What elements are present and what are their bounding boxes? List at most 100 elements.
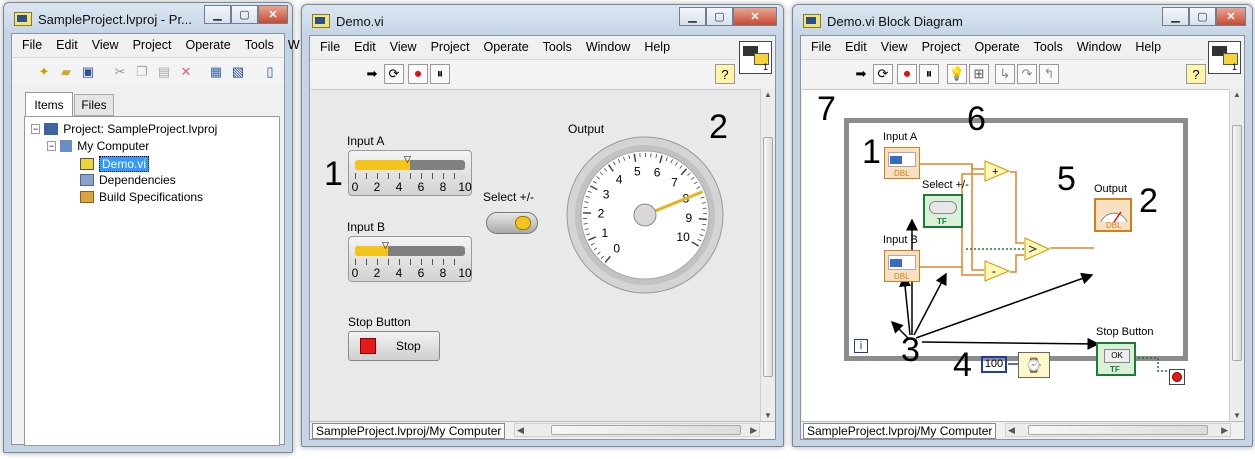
context-help-icon[interactable]: ? (1186, 64, 1206, 84)
menu-view[interactable]: View (383, 40, 424, 54)
project-path: SampleProject.lvproj/My Computer (803, 423, 997, 439)
menu-tools[interactable]: Tools (1027, 40, 1070, 54)
cut-icon[interactable]: ✂ (110, 62, 130, 82)
maximize-button[interactable]: ▢ (1189, 7, 1216, 26)
minimize-button[interactable]: ▁ (1162, 7, 1189, 26)
maximize-button[interactable]: ▢ (706, 7, 733, 26)
menu-view[interactable]: View (85, 38, 126, 52)
menu-project[interactable]: Project (915, 40, 968, 54)
input-b-terminal[interactable]: DBL (884, 250, 920, 282)
scroll-thumb[interactable] (763, 137, 773, 377)
step-out-icon[interactable]: ↰ (1039, 64, 1059, 84)
run-continuously-icon[interactable]: ⟳ (873, 64, 893, 84)
step-over-icon[interactable]: ↷ (1017, 64, 1037, 84)
menu-edit[interactable]: Edit (838, 40, 874, 54)
context-help-icon[interactable]: ? (715, 64, 735, 84)
minimize-button[interactable]: ▁ (679, 7, 706, 26)
menu-edit[interactable]: Edit (49, 38, 85, 52)
abort-execution-icon[interactable]: ⏺ (897, 64, 917, 84)
pause-icon[interactable]: ⏸ (430, 64, 450, 84)
close-button[interactable]: ✕ (733, 7, 777, 26)
maximize-button[interactable]: ▢ (231, 5, 258, 24)
expand-icon[interactable]: − (47, 141, 57, 151)
scroll-thumb[interactable] (1028, 425, 1208, 435)
menu-file[interactable]: File (15, 38, 49, 52)
vertical-scrollbar[interactable]: ▲ ▼ (760, 89, 775, 421)
wait-ms-function[interactable]: ⌚ (1018, 352, 1050, 378)
output-terminal[interactable]: DBL (1094, 198, 1132, 232)
abort-execution-icon[interactable]: ⏺ (408, 64, 428, 84)
menu-edit[interactable]: Edit (347, 40, 383, 54)
add-function[interactable]: + (984, 160, 1011, 182)
vi-connector-icon[interactable]: 1 (739, 41, 772, 74)
save-build-icon[interactable]: ▧ (228, 62, 248, 82)
computer-icon (60, 140, 73, 152)
retain-wire-values-icon[interactable]: ⊞ (969, 64, 989, 84)
scroll-thumb[interactable] (551, 425, 741, 435)
open-folder-icon[interactable]: ▰ (56, 62, 76, 82)
stop-button[interactable]: Stop (348, 331, 440, 361)
tab-items[interactable]: Items (25, 92, 73, 116)
vertical-scrollbar[interactable]: ▲ ▼ (1229, 89, 1244, 421)
front-panel-title-bar[interactable]: Demo.vi ▁ ▢ ✕ (302, 5, 783, 35)
close-button[interactable]: ✕ (1216, 7, 1246, 26)
menu-help[interactable]: Help (1128, 40, 1168, 54)
select-function[interactable] (1024, 237, 1051, 261)
scroll-thumb[interactable] (1232, 125, 1242, 361)
input-b-slider[interactable]: ▽ 0 2 4 6 8 10 (348, 236, 472, 282)
minimize-button[interactable]: ▁ (204, 5, 231, 24)
run-continuously-icon[interactable]: ⟳ (384, 64, 404, 84)
copy-icon[interactable]: ❐ (132, 62, 152, 82)
tab-files[interactable]: Files (74, 94, 114, 116)
menu-help[interactable]: Help (637, 40, 677, 54)
loop-condition-terminal[interactable] (1169, 369, 1185, 385)
project-tree[interactable]: − Project: SampleProject.lvproj − My Com… (24, 116, 280, 446)
select-toggle-switch[interactable] (486, 212, 538, 234)
menu-tools[interactable]: Tools (536, 40, 579, 54)
run-arrow-icon[interactable]: ➡ (362, 64, 382, 84)
vi-connector-icon[interactable]: 1 (1208, 41, 1241, 74)
menu-view[interactable]: View (874, 40, 915, 54)
tree-item-build-specifications[interactable]: Build Specifications (80, 190, 203, 204)
tree-item-project[interactable]: − Project: SampleProject.lvproj (31, 122, 217, 136)
expand-icon[interactable]: − (31, 124, 41, 134)
more-toolbar-icon[interactable]: ▯ (260, 62, 280, 82)
slider-thumb-icon[interactable]: ▽ (404, 154, 411, 165)
horizontal-scrollbar[interactable]: ◀ ▶ (514, 423, 760, 437)
delete-icon[interactable]: ✕ (176, 62, 196, 82)
menu-window[interactable]: Window (579, 40, 637, 54)
input-a-terminal[interactable]: DBL (884, 147, 920, 179)
paste-icon[interactable]: ▤ (154, 62, 174, 82)
run-arrow-icon[interactable]: ➡ (851, 64, 871, 84)
menu-window[interactable]: Window (1070, 40, 1128, 54)
menu-tools[interactable]: Tools (238, 38, 281, 52)
menu-operate[interactable]: Operate (178, 38, 237, 52)
new-icon[interactable]: ✦ (34, 62, 54, 82)
horizontal-scrollbar[interactable]: ◀ ▶ (1005, 423, 1231, 437)
menu-file[interactable]: File (804, 40, 838, 54)
input-a-slider[interactable]: ▽ 0 2 4 6 8 10 (348, 150, 472, 196)
menu-bar: File Edit View Project Operate Tools W (12, 34, 300, 56)
output-label: Output (568, 122, 605, 136)
stop-button-terminal[interactable]: OK TF (1096, 342, 1136, 376)
menu-project[interactable]: Project (424, 40, 477, 54)
tree-item-demo-vi[interactable]: Demo.vi (80, 156, 150, 172)
save-all-icon[interactable]: ▣ (78, 62, 98, 82)
menu-file[interactable]: File (313, 40, 347, 54)
subtract-function[interactable]: - (984, 260, 1011, 282)
menu-operate[interactable]: Operate (476, 40, 535, 54)
pause-icon[interactable]: ⏸ (919, 64, 939, 84)
select-terminal[interactable]: TF (923, 194, 963, 228)
block-diagram-title-bar[interactable]: Demo.vi Block Diagram ▁ ▢ ✕ (793, 5, 1252, 35)
close-button[interactable]: ✕ (258, 5, 288, 24)
highlight-execution-icon[interactable]: 💡 (947, 64, 967, 84)
tree-item-dependencies[interactable]: Dependencies (80, 173, 176, 187)
menu-project[interactable]: Project (126, 38, 179, 52)
project-title-bar[interactable]: SampleProject.lvproj - Pr... ▁ ▢ ✕ (4, 3, 292, 33)
tree-item-my-computer[interactable]: − My Computer (47, 139, 149, 153)
step-into-icon[interactable]: ↳ (995, 64, 1015, 84)
slider-thumb-icon[interactable]: ▽ (382, 240, 389, 251)
wait-constant[interactable]: 100 (981, 356, 1007, 373)
build-icon[interactable]: ▦ (206, 62, 226, 82)
menu-operate[interactable]: Operate (967, 40, 1026, 54)
